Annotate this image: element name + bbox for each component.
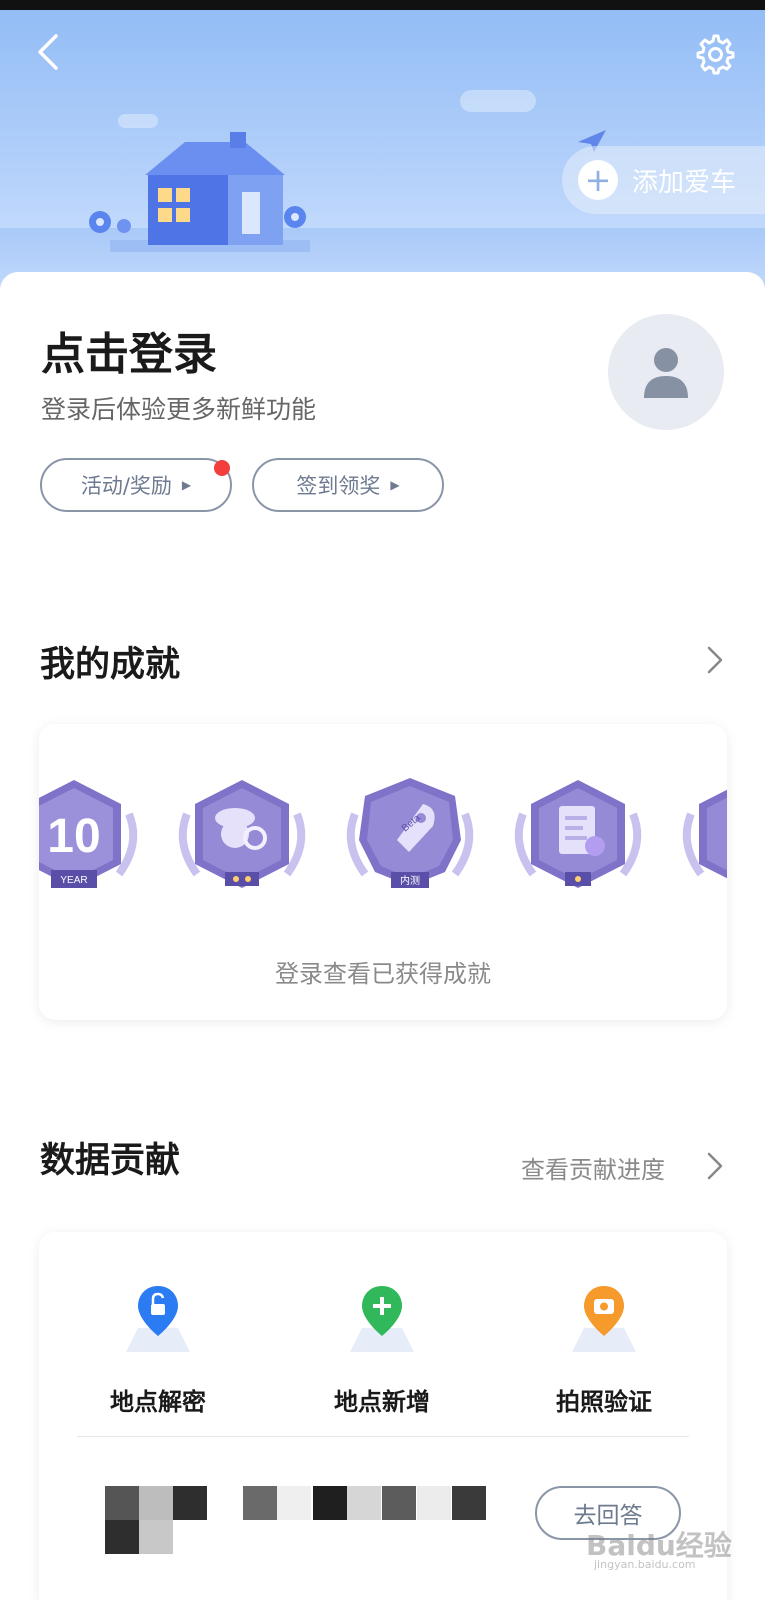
beta-badge: Beta 内测 <box>346 778 474 888</box>
plus-icon: + <box>578 160 618 200</box>
add-car-button[interactable]: + 添加爱车 <box>562 146 765 214</box>
house-illustration <box>89 132 310 252</box>
login-subtitle: 登录后体验更多新鲜功能 <box>41 395 317 424</box>
divider <box>77 1436 689 1437</box>
photo-verify-button[interactable]: 拍照验证 <box>529 1280 679 1417</box>
contribution-title: 数据贡献 <box>40 1141 181 1181</box>
activity-reward-label: 活动/奖励 <box>80 474 172 498</box>
cloud-decoration <box>118 114 158 128</box>
achievements-login-hint: 登录查看已获得成就 <box>275 960 491 988</box>
avatar[interactable] <box>608 314 724 430</box>
watermark: Baidu经验 jingyan.baidu.com <box>586 1524 756 1580</box>
add-car-label: 添加爱车 <box>632 167 737 198</box>
document-badge <box>514 780 642 888</box>
badge-text-10: 10 <box>47 810 100 863</box>
activity-reward-button[interactable]: 活动/奖励 ▶ <box>40 458 232 512</box>
badge-caption-beta: 内测 <box>400 874 420 887</box>
redacted-question <box>77 1486 537 1566</box>
unlock-pin-icon <box>126 1286 190 1352</box>
watermark-url: jingyan.baidu.com <box>594 1558 696 1571</box>
achievements-card[interactable]: 10 YEAR Beta 内测 登录查看已获得成就 <box>39 724 727 1020</box>
chevron-right-icon[interactable] <box>704 1150 726 1182</box>
unlock-place-button[interactable]: 地点解密 <box>83 1280 233 1417</box>
achievements-title: 我的成就 <box>40 645 181 685</box>
signin-reward-button[interactable]: 签到领奖 ▶ <box>252 458 444 512</box>
triangle-right-icon: ▶ <box>390 478 400 492</box>
badge-caption-year: YEAR <box>60 875 87 886</box>
notification-dot <box>214 460 230 476</box>
add-place-button[interactable]: 地点新增 <box>307 1280 457 1417</box>
partial-badge <box>682 789 727 879</box>
chevron-right-icon[interactable] <box>704 644 726 676</box>
unlock-place-label: 地点解密 <box>110 1388 206 1416</box>
explorer-badge <box>178 780 306 888</box>
back-icon[interactable] <box>32 32 68 72</box>
signin-reward-label: 签到领奖 <box>296 474 381 498</box>
triangle-right-icon: ▶ <box>181 478 192 492</box>
ten-year-badge: 10 YEAR <box>39 780 138 888</box>
camera-pin-icon <box>572 1286 636 1352</box>
status-strip <box>0 0 765 10</box>
add-place-label: 地点新增 <box>334 1388 430 1416</box>
view-progress-link[interactable]: 查看贡献进度 <box>521 1150 665 1185</box>
add-pin-icon <box>350 1286 414 1352</box>
user-icon <box>644 348 688 398</box>
cloud-decoration <box>460 90 536 112</box>
photo-verify-label: 拍照验证 <box>556 1388 652 1416</box>
gear-icon[interactable] <box>690 30 738 78</box>
login-title[interactable]: 点击登录 <box>41 318 217 382</box>
